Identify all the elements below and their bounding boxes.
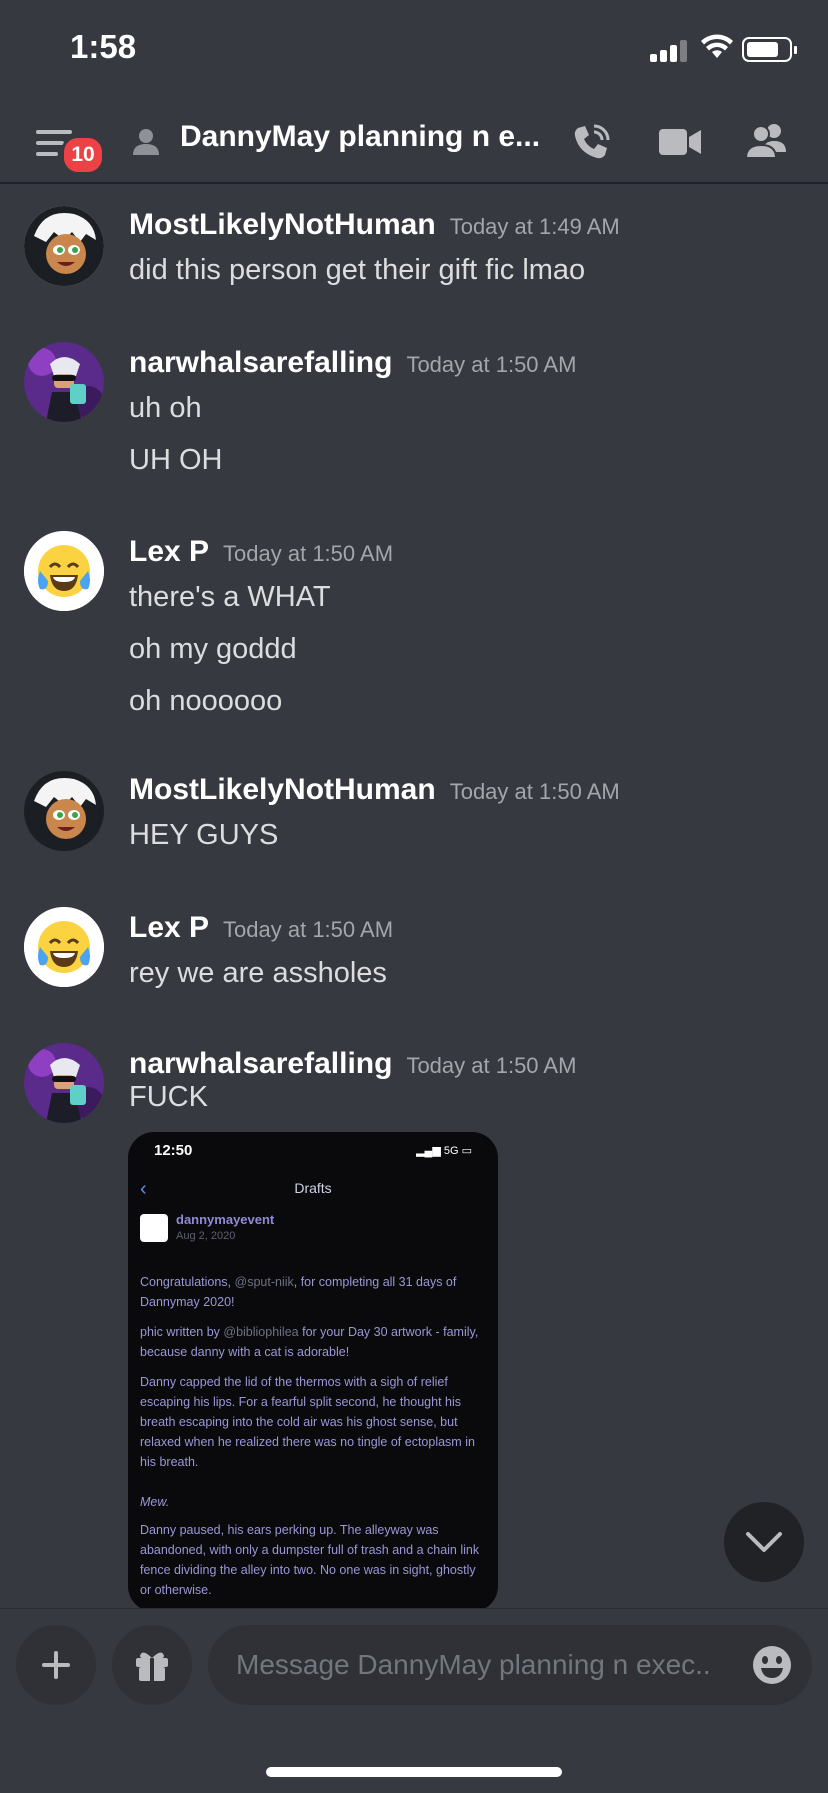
jump-to-bottom-button[interactable] [724,1502,804,1582]
message-text: did this person get their gift fic lmao [129,254,586,286]
chevron-down-icon [746,1532,782,1552]
message-composer: Message DannyMay planning n exec.. [0,1608,828,1793]
message-text: there's a WHAT [129,581,331,613]
post-paragraph: Danny paused, his ears perking up. The a… [140,1523,480,1597]
members-icon[interactable] [745,122,789,160]
avatar-image-icon [24,342,104,422]
timestamp: Today at 1:50 AM [406,352,577,377]
message-text: rey we are assholes [129,957,387,989]
cellular-signal-icon [650,38,694,62]
username[interactable]: MostLikelyNotHuman Today at 1:50 AM [129,773,620,807]
status-bar: 1:58 [0,0,828,100]
video-call-icon[interactable] [659,127,701,157]
avatar[interactable] [24,206,104,286]
message-input-placeholder: Message DannyMay planning n exec.. [236,1649,711,1680]
username[interactable]: Lex P Today at 1:50 AM [129,535,393,569]
blog-header: dannymayevent Aug 2, 2020 [140,1210,488,1248]
channel-title[interactable]: DannyMay planning n e... [180,120,540,154]
gift-icon [136,1652,168,1681]
plus-icon [42,1651,70,1679]
avatar[interactable] [24,907,104,987]
timestamp: Today at 1:50 AM [223,541,394,566]
message-text: HEY GUYS [129,819,279,851]
timestamp: Today at 1:50 AM [449,779,620,804]
username[interactable]: MostLikelyNotHuman Today at 1:49 AM [129,208,620,242]
gift-nitro-button[interactable] [112,1625,192,1705]
username[interactable]: narwhalsarefalling Today at 1:50 AM [129,1047,576,1081]
avatar[interactable] [24,1043,104,1123]
timestamp: Today at 1:49 AM [449,214,620,239]
username[interactable]: narwhalsarefalling Today at 1:50 AM [129,346,576,380]
drafts-title: Drafts [294,1180,332,1196]
avatar[interactable] [24,342,104,422]
avatar-image-icon [24,206,104,286]
blog-name: dannymayevent [176,1212,275,1227]
add-attachment-button[interactable] [16,1625,96,1705]
group-dm-icon [133,129,159,155]
message-text: oh my goddd [129,633,297,665]
laughing-emoji-icon [24,531,104,611]
avatar-image-icon [24,1043,104,1123]
message-input[interactable]: Message DannyMay planning n exec.. [208,1625,812,1705]
timestamp: Today at 1:50 AM [223,917,394,942]
wifi-icon [701,34,733,58]
emoji-picker-icon[interactable] [752,1645,792,1685]
image-attachment[interactable]: 12:50 ▂▄▆ 5G ▭ ‹ Drafts dannymayevent Au… [128,1132,498,1612]
phone-time: 12:50 [154,1142,193,1159]
post-paragraph: phic written by @bibliophilea for your D… [140,1325,479,1359]
avatar-image-icon [24,771,104,851]
notification-badge: 10 [61,135,105,175]
message-text: FUCK [129,1081,208,1113]
post-paragraph: Mew. [140,1495,170,1509]
timestamp: Today at 1:50 AM [406,1053,577,1078]
battery-icon [742,37,797,62]
avatar[interactable] [24,771,104,851]
start-call-icon[interactable] [570,122,612,164]
status-time: 1:58 [70,28,137,65]
laughing-emoji-icon [24,907,104,987]
channel-header: 10 DannyMay planning n e... [0,100,828,184]
post-paragraph: Danny capped the lid of the thermos with… [140,1375,475,1469]
home-indicator[interactable] [266,1767,562,1777]
blog-logo-icon [140,1214,168,1242]
phone-status: ▂▄▆ 5G ▭ [416,1145,472,1157]
post-paragraph: Congratulations, @sput-niik, for complet… [140,1275,457,1309]
username[interactable]: Lex P Today at 1:50 AM [129,911,393,945]
message-text: UH OH [129,444,223,476]
blog-date: Aug 2, 2020 [176,1230,236,1242]
message-text: uh oh [129,392,202,424]
avatar[interactable] [24,531,104,611]
message-text: oh noooooo [129,685,283,717]
